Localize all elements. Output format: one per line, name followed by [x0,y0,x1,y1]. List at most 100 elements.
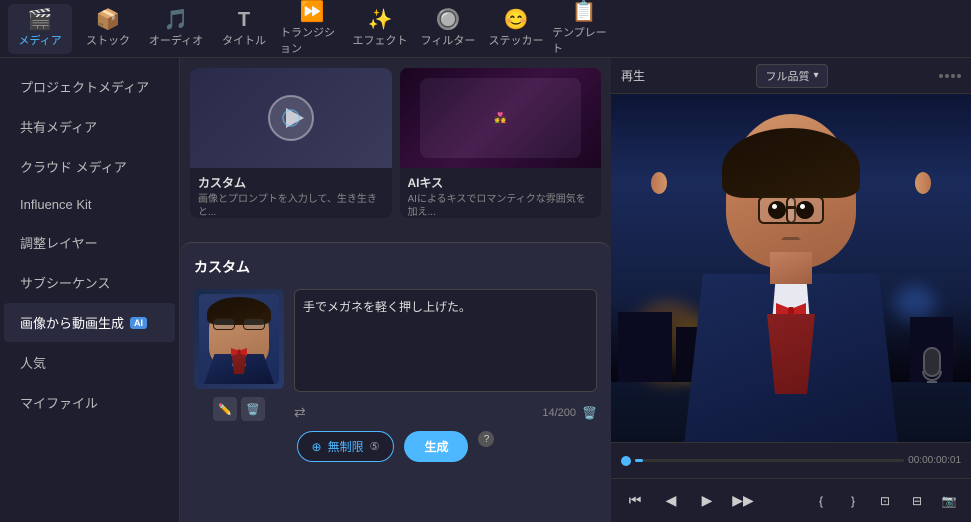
sidebar-item-cloud-media[interactable]: クラウド メディア [4,147,175,186]
toolbar-audio-label: オーディオ [149,32,203,48]
toolbar-sticker[interactable]: 😊 ステッカー [484,4,548,54]
toolbar-effect[interactable]: ✨ エフェクト [348,4,412,54]
unlimited-button[interactable]: ⊕ 無制限 ⑤ [297,431,395,462]
delete-thumb-button[interactable]: 🗑️ [241,397,265,421]
effect-icon: ✨ [368,10,393,30]
card-ai-kiss[interactable]: 💑 AIキス AIによるキスでロマンティクな雰囲気を加え... 作成 > [400,68,602,218]
boy-neck [770,252,812,284]
toolbar-filter[interactable]: 🔘 フィルター [416,4,480,54]
eye-shine-right [800,204,805,209]
popup-thumb [194,289,284,389]
toolbar-filter-label: フィルター [421,32,476,48]
edit-thumb-button[interactable]: ✏️ [213,397,237,421]
timeline-progress [635,459,643,462]
card-custom-info: カスタム 画像とプロンプトを入力して、生き生きと... 作成 > [190,168,392,218]
toolbar-stock[interactable]: 📦 ストック [76,4,140,54]
sidebar-item-my-files[interactable]: マイファイル [4,383,175,422]
toolbar-sticker-label: ステッカー [489,32,544,48]
generate-label: 生成 [424,440,448,454]
dot-1 [939,74,943,78]
mark-in-button[interactable]: { [809,489,833,513]
glasses-bridge [786,206,796,209]
thumb-bg [199,294,279,384]
help-icon[interactable]: ? [478,431,494,447]
edit-controls: { } ⊡ ⊟ 📷 [809,489,961,513]
boy-left-eye [768,201,786,219]
timeline-time: 00:00:00:01 [908,455,961,466]
popup-right: 手でメガネを軽く押し上げた。 ⇄ 14/200 🗑️ [294,289,597,421]
popup-counter: 14/200 [542,407,576,419]
popup-action-buttons: ⊕ 無制限 ⑤ 生成 ? [194,431,597,462]
export-frame-button[interactable]: ⊟ [905,489,929,513]
quality-selector[interactable]: フル品質 ▾ [756,64,827,88]
boy-character [661,94,921,442]
timeline-indicator[interactable] [621,456,631,466]
go-start-button[interactable]: ⏮ [621,487,649,515]
shuffle-icon[interactable]: ⇄ [294,404,306,421]
popup-title: カスタム [194,257,597,277]
quality-label: フル品質 [765,68,809,84]
card-kiss-desc: AIによるキスでロマンティクな雰囲気を加え... [408,193,594,218]
popup-thumb-actions: ✏️ 🗑️ [213,397,265,421]
unlimited-icon: ⊕ [312,440,322,454]
toolbar-audio[interactable]: 🎵 オーディオ [144,4,208,54]
sidebar-item-image-to-video[interactable]: 画像から動画生成 AI [4,303,175,342]
preview-header: 再生 フル品質 ▾ [611,58,971,94]
sidebar-item-adjustment-layer[interactable]: 調整レイヤー [4,223,175,262]
popup-thumbnail-area: ✏️ 🗑️ [194,289,284,421]
play-icon [266,93,316,143]
timeline-track[interactable] [635,459,904,462]
boy-right-eye-frame [786,196,824,224]
clear-icon[interactable]: 🗑️ [582,406,597,420]
play-forward-button[interactable]: ▶▶ [729,487,757,515]
toolbar-transition[interactable]: ⏩ トランジション [280,4,344,54]
boy-hair [722,128,860,198]
sidebar-item-popular[interactable]: 人気 [4,343,175,382]
sidebar-item-project-media[interactable]: プロジェクトメディア [4,67,175,106]
sidebar-item-subsequence[interactable]: サブシーケンス [4,263,175,302]
eye-shine-left [772,204,777,209]
clip-button[interactable]: ⊡ [873,489,897,513]
toolbar-title[interactable]: T タイトル [212,4,276,54]
toolbar-title-label: タイトル [222,32,266,48]
boy-left-ear [651,172,667,194]
preview-image-area [611,94,971,442]
dot-4 [957,74,961,78]
snapshot-button[interactable]: 📷 [937,489,961,513]
content-area: カスタム 画像とプロンプトを入力して、生き生きと... 作成 > 💑 AIキス [180,58,611,522]
dot-2 [945,74,949,78]
playback-controls: ⏮ ◀ ▶ ▶▶ [621,487,757,515]
card-custom-desc: 画像とプロンプトを入力して、生き生きと... [198,193,384,218]
sidebar: プロジェクトメディア 共有メディア クラウド メディア Influence Ki… [0,58,180,522]
boy-nose [781,224,801,240]
card-kiss-title: AIキス [408,174,594,191]
media-grid: カスタム 画像とプロンプトを入力して、生き生きと... 作成 > 💑 AIキス [180,58,611,242]
preview-dots [939,74,961,78]
dot-3 [951,74,955,78]
preview-timeline: 00:00:00:01 [611,442,971,478]
mark-out-button[interactable]: } [841,489,865,513]
media-icon: 🎬 [28,10,53,30]
boy-head [726,114,856,269]
toolbar-template-label: テンプレート [552,24,616,56]
popup-prompt-text[interactable]: 手でメガネを軽く押し上げた。 [294,289,597,392]
play-back-button[interactable]: ◀ [657,487,685,515]
toolbar-template[interactable]: 📋 テンプレート [552,4,616,54]
popup-content: ✏️ 🗑️ 手でメガネを軽く押し上げた。 ⇄ 14/200 [194,289,597,421]
boy-right-ear [915,172,931,194]
card-custom[interactable]: カスタム 画像とプロンプトを入力して、生き生きと... 作成 > [190,68,392,218]
sticker-icon: 😊 [504,10,529,30]
play-button[interactable]: ▶ [693,487,721,515]
unlimited-info: ⑤ [370,440,380,453]
stock-icon: 📦 [96,10,121,30]
sidebar-item-influence-kit[interactable]: Influence Kit [4,187,175,222]
card-kiss-image: 💑 [400,68,602,168]
toolbar-effect-label: エフェクト [353,32,408,48]
generate-button[interactable]: 生成 [404,431,468,462]
filter-icon: 🔘 [436,10,461,30]
sidebar-item-shared-media[interactable]: 共有メディア [4,107,175,146]
toolbar-media[interactable]: 🎬 メディア [8,4,72,54]
audio-icon: 🎵 [164,10,189,30]
card-kiss-info: AIキス AIによるキスでロマンティクな雰囲気を加え... 作成 > [400,168,602,218]
popup-panel: カスタム [180,242,611,522]
